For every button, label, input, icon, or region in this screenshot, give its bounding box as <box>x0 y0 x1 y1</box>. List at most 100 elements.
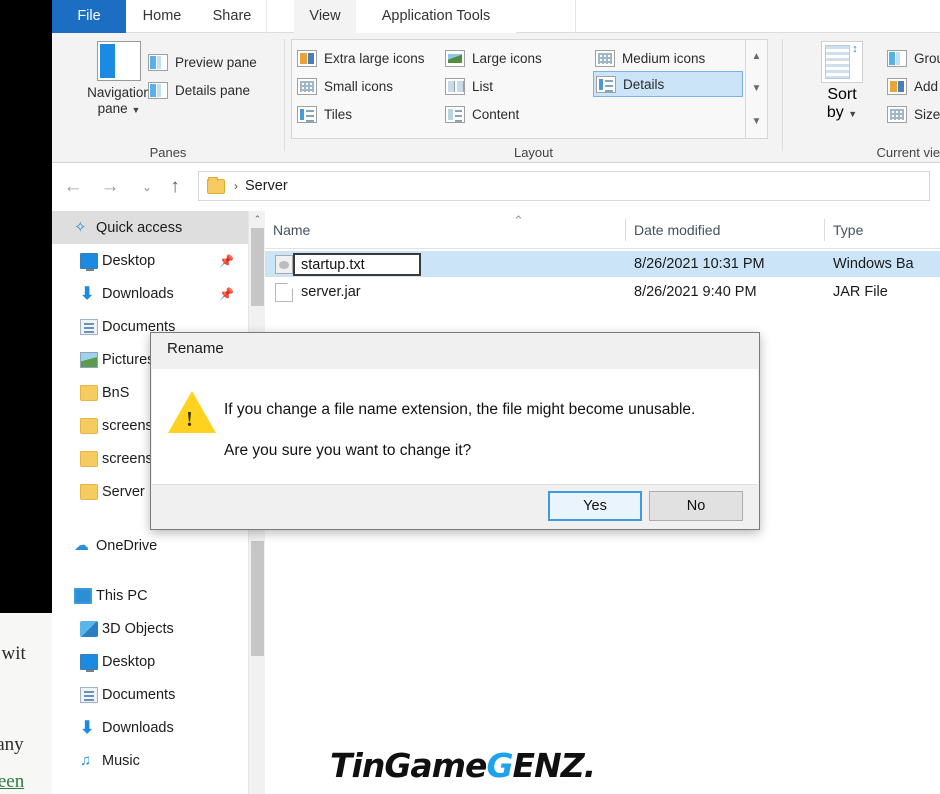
folder-icon <box>207 176 225 194</box>
folder-icon-screenshots <box>80 450 102 467</box>
layout-item-content[interactable]: Content <box>445 101 519 127</box>
group-by-label: Group by <box>914 50 940 66</box>
layout-item-large-icons[interactable]: Large icons <box>445 45 542 71</box>
type-cell-startup: Windows Ba <box>833 251 914 277</box>
type-value-startup: Windows Ba <box>833 256 914 272</box>
up-button[interactable]: ↑ <box>162 175 188 199</box>
sidebar-item-3d-objects[interactable]: 3D Objects <box>52 612 248 645</box>
back-button[interactable]: ← <box>60 175 86 199</box>
layout-scroll-up-icon[interactable]: ▲ <box>752 51 762 62</box>
download-arrow-icon: ⬇ <box>80 283 95 303</box>
breadcrumb-separator[interactable]: › <box>234 179 238 193</box>
batch-file-icon <box>275 254 293 274</box>
large-icons-icon <box>445 49 465 67</box>
tab-application-tools[interactable]: Application Tools <box>356 0 516 33</box>
date-value-server-jar: 8/26/2021 9:40 PM <box>634 284 757 300</box>
chevron-down-icon: ▼ <box>131 105 141 115</box>
monitor-icon-2 <box>80 653 102 672</box>
navigation-pane-button[interactable]: Navigation pane ▼ <box>86 41 152 118</box>
details-pane-icon <box>148 81 168 99</box>
rename-input[interactable]: startup.txt <box>293 253 421 276</box>
watermark-part-1: TinGame <box>330 746 487 785</box>
star-icon: ✧ <box>74 218 87 236</box>
scrollbar-thumb-upper[interactable] <box>251 228 264 306</box>
extra-large-icons-icon <box>297 49 317 67</box>
ribbon-tab-bar: File Home Share View Application Tools <box>52 0 940 33</box>
yes-button[interactable]: Yes <box>548 491 642 521</box>
sort-ascending-icon: ⌃ <box>513 213 524 228</box>
sort-by-button[interactable]: ↕ Sort by ▼ <box>811 41 873 122</box>
column-label-type: Type <box>833 222 864 238</box>
screen: er wit g any green File Home Share View … <box>0 0 940 794</box>
pin-icon-2[interactable]: 📌 <box>219 287 234 301</box>
no-button[interactable]: No <box>649 491 743 521</box>
column-label-name: Name <box>273 222 311 238</box>
sort-arrow-icon: ↕ <box>852 43 858 55</box>
tab-home[interactable]: Home <box>126 0 198 33</box>
add-columns-button[interactable]: Add colu <box>887 73 940 99</box>
tab-file[interactable]: File <box>52 0 126 33</box>
column-header-date-modified[interactable]: Date modified <box>626 211 824 249</box>
pin-icon[interactable]: 📌 <box>219 254 234 268</box>
details-pane-button[interactable]: Details pane <box>148 77 250 103</box>
sidebar-item-onedrive[interactable]: ☁ OneDrive <box>52 529 248 562</box>
layout-item-small-icons[interactable]: Small icons <box>297 73 393 99</box>
sidebar-label-this-pc: This PC <box>96 587 148 604</box>
scroll-up-icon[interactable]: ⌃ <box>249 211 266 228</box>
sidebar-item-downloads-pc[interactable]: ⬇ Downloads <box>52 711 248 744</box>
cloud-icon: ☁ <box>74 536 89 554</box>
date-cell-server-jar: 8/26/2021 9:40 PM <box>634 279 757 305</box>
size-all-columns-button[interactable]: Size all c <box>887 101 940 127</box>
layout-item-list[interactable]: List <box>445 73 493 99</box>
address-input[interactable]: › Server <box>198 171 930 201</box>
bg-doc-line-1: er wit <box>0 643 26 664</box>
watermark-part-3: ENZ. <box>512 746 597 785</box>
navigation-pane-label-2-text: pane <box>97 101 128 116</box>
sidebar-label-desktop-pc: Desktop <box>102 653 156 670</box>
breadcrumb-server[interactable]: Server <box>245 178 288 194</box>
background-document-window[interactable]: er wit g any green <box>0 613 60 794</box>
preview-pane-button[interactable]: Preview pane <box>148 49 257 75</box>
list-icon <box>445 77 465 95</box>
sidebar-item-music[interactable]: ♫ Music <box>52 744 248 777</box>
bg-doc-link[interactable]: green <box>0 771 24 793</box>
sidebar-item-downloads-qa[interactable]: ⬇ Downloads 📌 <box>52 277 248 310</box>
sort-by-label-2: by ▼ <box>811 104 873 122</box>
layout-item-extra-large-icons[interactable]: Extra large icons <box>297 45 425 71</box>
sidebar-item-desktop-qa[interactable]: Desktop 📌 <box>52 244 248 277</box>
type-cell-server-jar: JAR File <box>833 279 888 305</box>
layout-label-content: Content <box>472 106 520 122</box>
ribbon-group-panes: Navigation pane ▼ Preview pane Details p… <box>52 33 284 163</box>
tab-share[interactable]: Share <box>198 0 266 33</box>
sidebar-label-downloads-pc: Downloads <box>102 719 174 736</box>
picture-icon <box>80 351 102 368</box>
sidebar-label-desktop-qa: Desktop <box>102 252 156 269</box>
table-row-server-jar[interactable]: server.jar 8/26/2021 9:40 PM JAR File <box>265 279 940 305</box>
pc-icon <box>74 587 96 604</box>
column-header-row: Name ⌃ Date modified Type <box>265 211 940 249</box>
dialog-footer: Yes No <box>152 484 758 528</box>
rename-input-value: startup.txt <box>301 256 365 273</box>
recent-locations-button[interactable]: ⌄ <box>134 175 160 199</box>
sidebar-item-documents-pc[interactable]: Documents <box>52 678 248 711</box>
group-by-button[interactable]: Group by <box>887 45 940 71</box>
layout-item-tiles[interactable]: Tiles <box>297 101 352 127</box>
sidebar-label-music: Music <box>102 752 140 769</box>
forward-button[interactable]: → <box>97 175 123 199</box>
table-row-startup[interactable]: startup.txt 8/26/2021 10:31 PM Windows B… <box>265 251 940 277</box>
column-header-name[interactable]: Name <box>265 211 625 249</box>
sidebar-item-quick-access[interactable]: ✧ Quick access <box>52 211 248 244</box>
layout-item-details[interactable]: Details <box>593 71 743 97</box>
scrollbar-thumb-lower[interactable] <box>251 541 264 656</box>
tab-view[interactable]: View <box>294 0 356 33</box>
layout-item-medium-icons[interactable]: Medium icons <box>595 45 705 71</box>
dialog-message-line-2: Are you sure you want to change it? <box>224 442 472 459</box>
layout-gallery-more-icon[interactable]: ▼ <box>752 116 762 127</box>
sidebar-item-desktop-pc[interactable]: Desktop <box>52 645 248 678</box>
layout-gallery-scroll[interactable]: ▲ ▼ ▼ <box>746 39 768 139</box>
column-header-type[interactable]: Type <box>825 211 940 249</box>
layout-label-medium-icons: Medium icons <box>622 50 706 66</box>
sidebar-item-this-pc[interactable]: This PC <box>52 579 248 612</box>
layout-scroll-down-icon[interactable]: ▼ <box>752 83 762 94</box>
type-value-server-jar: JAR File <box>833 284 888 300</box>
